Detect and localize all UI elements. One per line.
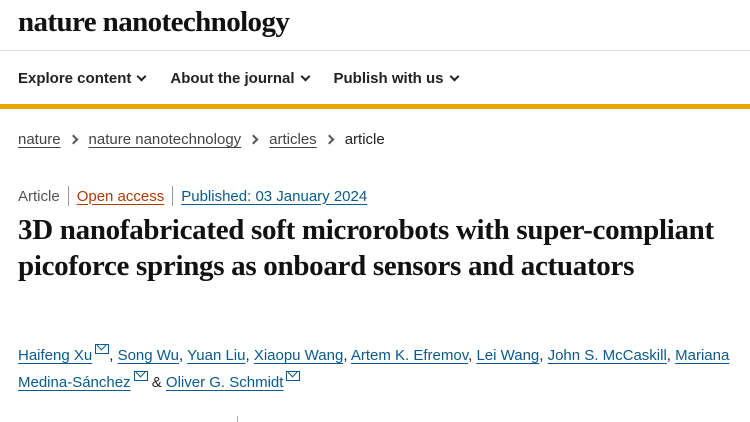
breadcrumb-nature[interactable]: nature: [18, 131, 61, 148]
nav-publish-with-us[interactable]: Publish with us: [333, 69, 459, 87]
open-access-link[interactable]: Open access: [77, 188, 165, 205]
meta-divider: [67, 186, 69, 206]
nav-publish-with-us-label: Publish with us: [333, 69, 444, 87]
author-link[interactable]: Lei Wang: [476, 347, 539, 364]
journal-logo[interactable]: nature nanotechnology: [18, 4, 290, 44]
accent-bar: [0, 104, 750, 109]
chevron-right-icon: [248, 134, 259, 145]
logo-text[interactable]: nature nanotechnology: [18, 6, 290, 38]
nav-explore-content[interactable]: Explore content: [18, 69, 147, 87]
author-separator: ,: [179, 347, 188, 364]
author-link[interactable]: Artem K. Efremov: [351, 347, 468, 364]
article-meta: Article Open access Published: 03 Januar…: [18, 186, 367, 206]
nav-explore-content-label: Explore content: [18, 69, 132, 87]
author-separator: ,: [109, 347, 118, 364]
nav-about-journal[interactable]: About the journal: [170, 69, 310, 87]
author-link[interactable]: Song Wu: [118, 347, 179, 364]
main-nav: Explore content About the journal Publis…: [18, 66, 483, 90]
chevron-down-icon: [300, 71, 310, 81]
author-separator: ,: [666, 347, 676, 364]
breadcrumb-current: article: [344, 131, 385, 148]
chevron-right-icon: [68, 134, 78, 145]
author-link[interactable]: Haifeng Xu: [18, 347, 92, 364]
mail-icon[interactable]: [286, 371, 301, 381]
breadcrumb-articles[interactable]: articles: [269, 131, 317, 148]
breadcrumb: nature nature nanotechnology articles ar…: [18, 131, 385, 148]
article-type: Article: [18, 187, 60, 205]
author-list: Haifeng Xu, Song Wu, Yuan Liu, Xiaopu Wa…: [18, 342, 748, 396]
chevron-down-icon: [449, 71, 459, 81]
author-separator: ,: [245, 347, 254, 364]
meta-divider: [172, 186, 174, 206]
chevron-right-icon: [324, 134, 335, 145]
published-date-link[interactable]: Published: 03 January 2024: [181, 188, 367, 205]
nav-about-journal-label: About the journal: [170, 69, 295, 87]
author-separator: ,: [539, 347, 548, 364]
author-separator: ,: [343, 347, 351, 364]
author-separator: &: [147, 374, 166, 391]
breadcrumb-nature-nanotechnology[interactable]: nature nanotechnology: [89, 131, 242, 148]
article-title: 3D nanofabricated soft microrobots with …: [18, 214, 714, 282]
chevron-down-icon: [136, 71, 147, 81]
header-divider: [0, 50, 750, 51]
author-link[interactable]: Xiaopu Wang: [254, 347, 344, 364]
partial-divider: [237, 416, 238, 422]
author-link[interactable]: Oliver G. Schmidt: [166, 374, 284, 391]
mail-icon[interactable]: [133, 371, 148, 381]
author-link[interactable]: Yuan Liu: [187, 347, 245, 364]
mail-icon[interactable]: [95, 344, 110, 354]
author-link[interactable]: John S. McCaskill: [548, 347, 667, 364]
